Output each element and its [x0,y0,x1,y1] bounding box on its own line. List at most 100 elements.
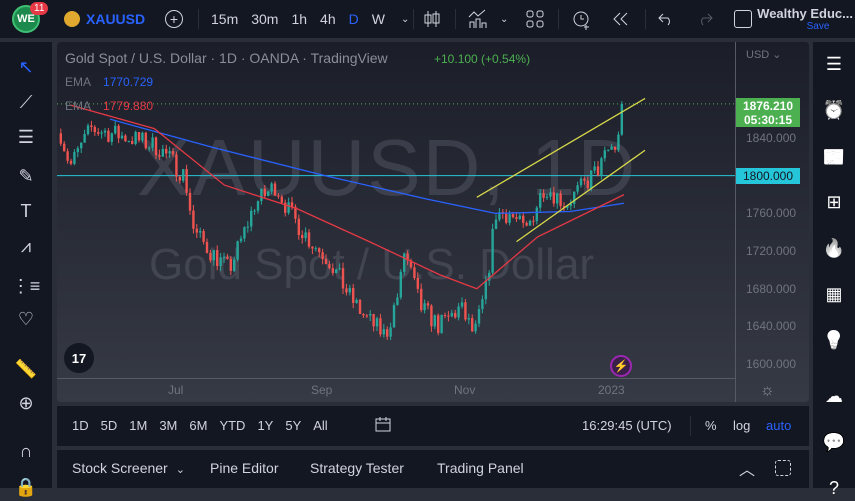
candle-body [579,178,583,186]
tab-trading-panel[interactable]: Trading Panel [437,460,524,476]
replay-icon[interactable] [612,0,630,38]
candle-body [267,191,270,197]
date-range-icon[interactable] [375,416,391,435]
interval-D[interactable]: D [349,11,359,27]
add-list-icon[interactable]: ⊞ [819,189,849,215]
brush-icon[interactable]: ✎ [12,165,40,187]
layout-icon[interactable] [526,0,544,38]
time-tick: Nov [454,383,476,397]
percent-toggle[interactable]: % [705,418,717,433]
candle-body [209,252,212,261]
alert-icon[interactable] [571,0,593,38]
range-all[interactable]: All [313,418,327,433]
chat-cloud-icon[interactable]: ☁ [819,383,849,409]
tradingview-logo[interactable]: 17 [64,343,94,373]
time-tick: Jul [168,383,184,397]
candle-body [454,312,457,318]
heart-icon[interactable]: ♡ [12,308,40,330]
candle-body [131,140,134,144]
news-icon[interactable]: 📰 [819,144,849,170]
range-3m[interactable]: 3M [159,418,177,433]
lock-icon[interactable]: 🔒 [12,476,40,498]
symbol-search[interactable]: XAUUSD [64,0,145,38]
candle-body [515,217,518,219]
lightning-icon[interactable]: ⚡ [610,355,632,377]
candle-body [382,329,386,335]
alarm-clock-icon[interactable]: ⏰ [819,97,849,123]
interval-W[interactable]: W [372,11,385,27]
candle-body [426,303,430,306]
calendar-icon[interactable]: ▦ [819,281,849,307]
hotlist-fire-icon[interactable]: 🔥 [819,235,849,261]
logo-avatar[interactable]: WE 11 [12,0,49,38]
legend-ema-1[interactable]: EMA 1770.729 [65,75,153,89]
ruler-icon[interactable]: 📏 [12,358,40,380]
price-plot[interactable] [57,42,735,402]
pattern-icon[interactable]: ⩘ [12,235,40,257]
candle-body [508,214,511,223]
indicators-icon[interactable] [467,0,489,38]
interval-4h[interactable]: 4h [320,11,336,27]
log-toggle[interactable]: log [733,418,750,433]
candle-body [420,288,423,311]
symbol-label: XAUUSD [86,11,146,27]
save-label: Save [806,21,830,32]
range-5y[interactable]: 5Y [285,418,301,433]
currency-selector[interactable]: USD ⌄ [746,48,782,61]
candle-body [263,188,267,197]
trend-line-icon[interactable]: ⟋ [12,91,40,113]
interval-15m[interactable]: 15m [211,11,238,27]
legend-ema-2[interactable]: EMA 1779.880 [65,99,153,113]
utc-clock[interactable]: 16:29:45 (UTC) [582,418,672,433]
candle-body [134,132,137,144]
candle-body [175,154,178,177]
watchlist-icon[interactable]: ☰ [819,51,849,77]
range-1d[interactable]: 1D [72,418,89,433]
candle-body [219,257,222,267]
ideas-bulb-icon[interactable]: 💡 [819,327,849,353]
fullscreen-icon[interactable] [734,0,752,38]
fib-icon[interactable]: ☰ [12,126,40,148]
help-icon[interactable]: ? [819,475,849,501]
text-icon[interactable]: T [12,200,40,222]
candle-body [195,228,199,233]
redo-icon[interactable] [697,0,713,38]
maximize-icon[interactable] [775,460,791,476]
candle-body [607,149,610,151]
zoom-icon[interactable]: ⊕ [12,392,40,414]
candle-body [73,152,76,164]
range-1m[interactable]: 1M [129,418,147,433]
settings-gear-icon[interactable]: ☼ [760,382,775,400]
layout-save-button[interactable]: Wealthy Educ... Save [757,0,853,38]
candle-body [185,169,188,193]
magnet-icon[interactable]: ∩ [12,440,40,462]
candle-body [443,314,447,316]
plus-circle-icon: + [165,10,183,28]
price-axis[interactable]: USD ⌄ 1840.000 1760.000 1720.000 1680.000 16… [735,42,809,402]
chevron-down-icon[interactable]: ⌄ [401,0,409,38]
range-1y[interactable]: 1Y [257,418,273,433]
chevron-down-icon[interactable]: ⌄ [500,0,508,38]
tab-strategy-tester[interactable]: Strategy Tester [310,460,404,476]
undo-icon[interactable] [658,0,674,38]
collapse-chevron-up-icon[interactable]: ︿ [739,456,755,480]
candle-style-icon[interactable] [423,0,441,38]
range-5d[interactable]: 5D [101,418,118,433]
range-ytd[interactable]: YTD [219,418,245,433]
interval-1h[interactable]: 1h [291,11,307,27]
prediction-icon[interactable]: ⋮≡ [12,275,41,297]
candle-body [335,269,338,274]
interval-30m[interactable]: 30m [251,11,278,27]
candle-body [107,130,110,142]
account-name: Wealthy Educ... [757,6,853,21]
tab-stock-screener[interactable]: Stock Screener ⌄ [72,460,185,476]
candle-body [273,183,277,196]
tab-pine-editor[interactable]: Pine Editor [210,460,278,476]
auto-toggle[interactable]: auto [766,418,791,433]
cursor-icon[interactable]: ↖ [12,56,40,78]
range-6m[interactable]: 6M [189,418,207,433]
candle-body [103,130,107,133]
compare-add-button[interactable]: + [165,0,183,38]
chat-bubbles-icon[interactable]: 💬 [819,429,849,455]
chart-pane[interactable]: XAUUSD, 1D Gold Spot / U.S. Dollar Gold … [57,42,809,402]
